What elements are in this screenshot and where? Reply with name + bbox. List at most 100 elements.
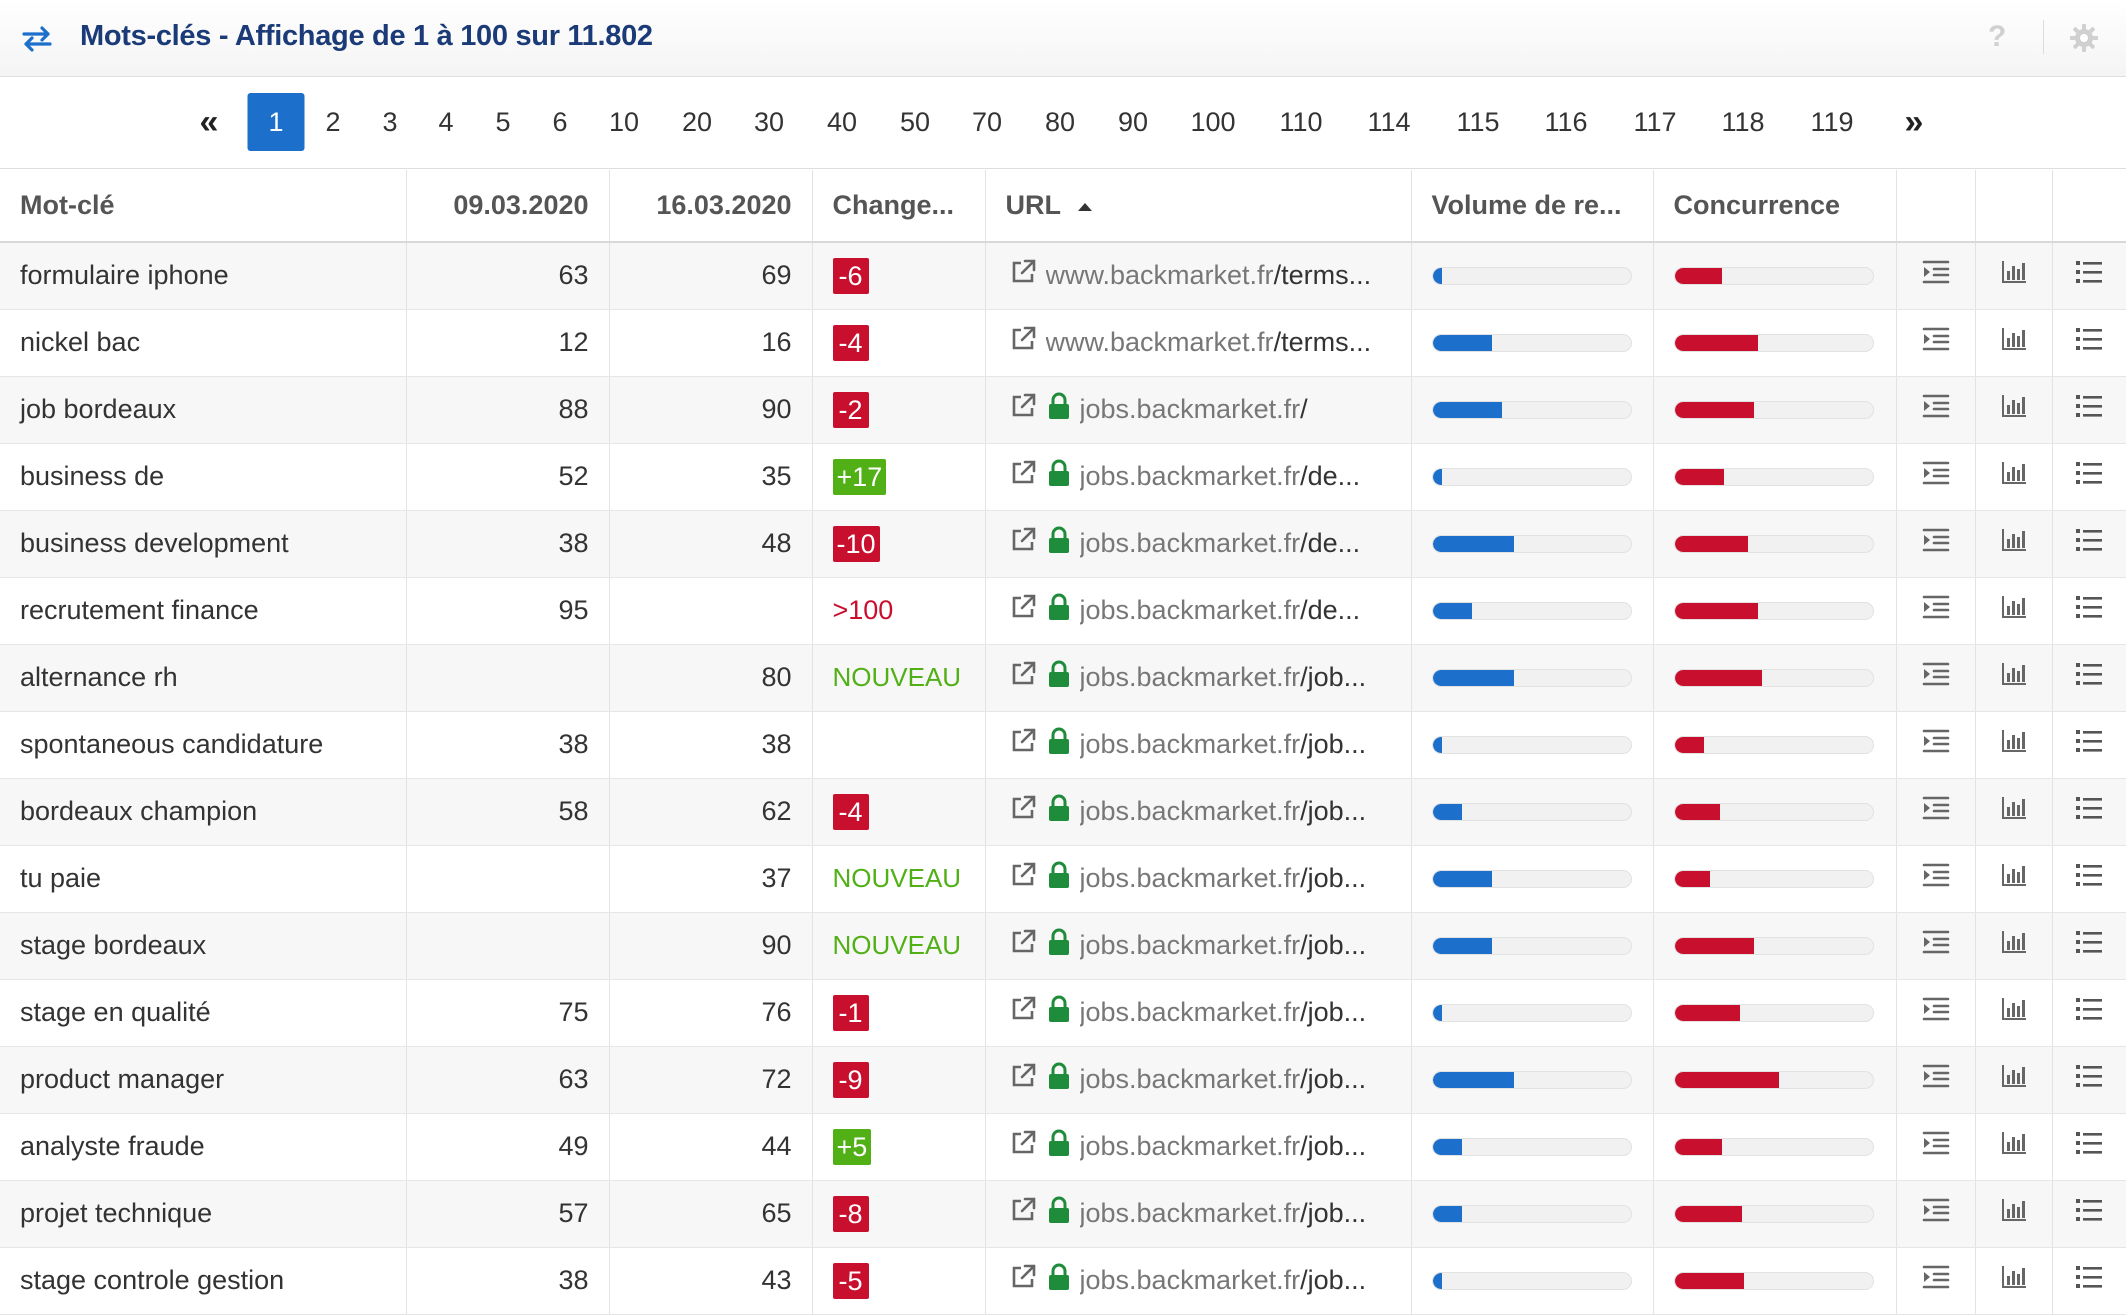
url-link[interactable]: jobs.backmarket.fr/ <box>1080 394 1308 425</box>
keyword-cell[interactable]: projet technique <box>0 1180 407 1248</box>
keyword-cell[interactable]: bordeaux champion <box>0 778 407 846</box>
serp-icon[interactable] <box>1922 1064 1950 1095</box>
external-link-icon[interactable] <box>1008 1195 1038 1232</box>
bar-chart-icon[interactable] <box>2000 797 2028 827</box>
page-button[interactable]: 3 <box>382 93 397 151</box>
url-link[interactable]: jobs.backmarket.fr/de... <box>1080 461 1361 492</box>
page-button[interactable]: 40 <box>827 93 857 151</box>
list-icon[interactable] <box>2074 328 2104 358</box>
list-icon[interactable] <box>2074 998 2104 1028</box>
bar-chart-icon[interactable] <box>2000 529 2028 559</box>
keyword-cell[interactable]: business development <box>0 510 407 578</box>
bar-chart-icon[interactable] <box>2000 596 2028 626</box>
url-link[interactable]: jobs.backmarket.fr/de... <box>1080 595 1361 626</box>
page-button[interactable]: 4 <box>438 93 453 151</box>
external-link-icon[interactable] <box>1008 592 1038 629</box>
page-button[interactable]: 119 <box>1810 93 1853 151</box>
keyword-cell[interactable]: analyste fraude <box>0 1113 407 1181</box>
bar-chart-icon[interactable] <box>2000 931 2028 961</box>
list-icon[interactable] <box>2074 730 2104 760</box>
page-button[interactable]: 6 <box>552 93 567 151</box>
external-link-icon[interactable] <box>1008 860 1038 897</box>
external-link-icon[interactable] <box>1008 659 1038 696</box>
url-link[interactable]: jobs.backmarket.fr/job... <box>1080 930 1367 961</box>
bar-chart-icon[interactable] <box>2000 663 2028 693</box>
serp-icon[interactable] <box>1922 729 1950 760</box>
list-icon[interactable] <box>2074 1199 2104 1229</box>
keyword-cell[interactable]: product manager <box>0 1046 407 1114</box>
page-button[interactable]: 50 <box>900 93 930 151</box>
col-volume-header[interactable]: Volume de re... <box>1411 170 1654 243</box>
external-link-icon[interactable] <box>1008 793 1038 830</box>
list-icon[interactable] <box>2074 261 2104 291</box>
serp-icon[interactable] <box>1922 930 1950 961</box>
page-button[interactable]: 110 <box>1279 93 1322 151</box>
page-button[interactable]: 2 <box>325 93 340 151</box>
external-link-icon[interactable] <box>1008 994 1038 1031</box>
keyword-cell[interactable]: job bordeaux <box>0 376 407 444</box>
url-link[interactable]: jobs.backmarket.fr/job... <box>1080 1064 1367 1095</box>
url-link[interactable]: jobs.backmarket.fr/job... <box>1080 1265 1367 1296</box>
serp-icon[interactable] <box>1922 1198 1950 1229</box>
page-button[interactable]: 118 <box>1721 93 1764 151</box>
col-competition-header[interactable]: Concurrence <box>1653 170 1897 243</box>
url-link[interactable]: www.backmarket.fr/terms... <box>1046 327 1372 358</box>
page-button[interactable]: 117 <box>1633 93 1676 151</box>
serp-icon[interactable] <box>1922 997 1950 1028</box>
list-icon[interactable] <box>2074 1266 2104 1296</box>
list-icon[interactable] <box>2074 663 2104 693</box>
keyword-cell[interactable]: recrutement finance <box>0 577 407 645</box>
bar-chart-icon[interactable] <box>2000 261 2028 291</box>
list-icon[interactable] <box>2074 462 2104 492</box>
bar-chart-icon[interactable] <box>2000 998 2028 1028</box>
page-button[interactable]: 90 <box>1118 93 1148 151</box>
bar-chart-icon[interactable] <box>2000 1266 2028 1296</box>
url-link[interactable]: jobs.backmarket.fr/de... <box>1080 528 1361 559</box>
list-icon[interactable] <box>2074 864 2104 894</box>
keyword-cell[interactable]: stage controle gestion <box>0 1247 407 1315</box>
keyword-cell[interactable]: nickel bac <box>0 309 407 377</box>
list-icon[interactable] <box>2074 529 2104 559</box>
url-link[interactable]: jobs.backmarket.fr/job... <box>1080 1131 1367 1162</box>
url-link[interactable]: jobs.backmarket.fr/job... <box>1080 863 1367 894</box>
list-icon[interactable] <box>2074 596 2104 626</box>
serp-icon[interactable] <box>1922 1131 1950 1162</box>
bar-chart-icon[interactable] <box>2000 1199 2028 1229</box>
keyword-cell[interactable]: spontaneous candidature <box>0 711 407 779</box>
url-link[interactable]: jobs.backmarket.fr/job... <box>1080 796 1367 827</box>
bar-chart-icon[interactable] <box>2000 864 2028 894</box>
serp-icon[interactable] <box>1922 461 1950 492</box>
list-icon[interactable] <box>2074 931 2104 961</box>
last-page-button[interactable]: » <box>1905 93 1924 151</box>
bar-chart-icon[interactable] <box>2000 395 2028 425</box>
page-button[interactable]: 30 <box>754 93 784 151</box>
serp-icon[interactable] <box>1922 327 1950 358</box>
keyword-cell[interactable]: alternance rh <box>0 644 407 712</box>
bar-chart-icon[interactable] <box>2000 1132 2028 1162</box>
bar-chart-icon[interactable] <box>2000 730 2028 760</box>
col-url-header[interactable]: URL <box>985 170 1412 243</box>
serp-icon[interactable] <box>1922 796 1950 827</box>
page-button[interactable]: 20 <box>682 93 712 151</box>
page-button[interactable]: 116 <box>1544 93 1587 151</box>
bar-chart-icon[interactable] <box>2000 328 2028 358</box>
url-link[interactable]: jobs.backmarket.fr/job... <box>1080 662 1367 693</box>
serp-icon[interactable] <box>1922 260 1950 291</box>
serp-icon[interactable] <box>1922 595 1950 626</box>
serp-icon[interactable] <box>1922 394 1950 425</box>
page-button[interactable]: 114 <box>1367 93 1410 151</box>
page-button[interactable]: 115 <box>1456 93 1499 151</box>
page-button[interactable]: 5 <box>495 93 510 151</box>
url-link[interactable]: www.backmarket.fr/terms... <box>1046 260 1372 291</box>
col-change-header[interactable]: Change... <box>812 170 986 243</box>
col-date1-header[interactable]: 09.03.2020 <box>406 170 610 243</box>
external-link-icon[interactable] <box>1008 927 1038 964</box>
page-button[interactable]: 100 <box>1190 93 1235 151</box>
url-link[interactable]: jobs.backmarket.fr/job... <box>1080 729 1367 760</box>
serp-icon[interactable] <box>1922 863 1950 894</box>
page-button-active[interactable]: 1 <box>247 93 305 151</box>
bar-chart-icon[interactable] <box>2000 462 2028 492</box>
external-link-icon[interactable] <box>1008 1061 1038 1098</box>
swap-arrows-icon[interactable] <box>20 22 54 56</box>
page-button[interactable]: 70 <box>972 93 1002 151</box>
